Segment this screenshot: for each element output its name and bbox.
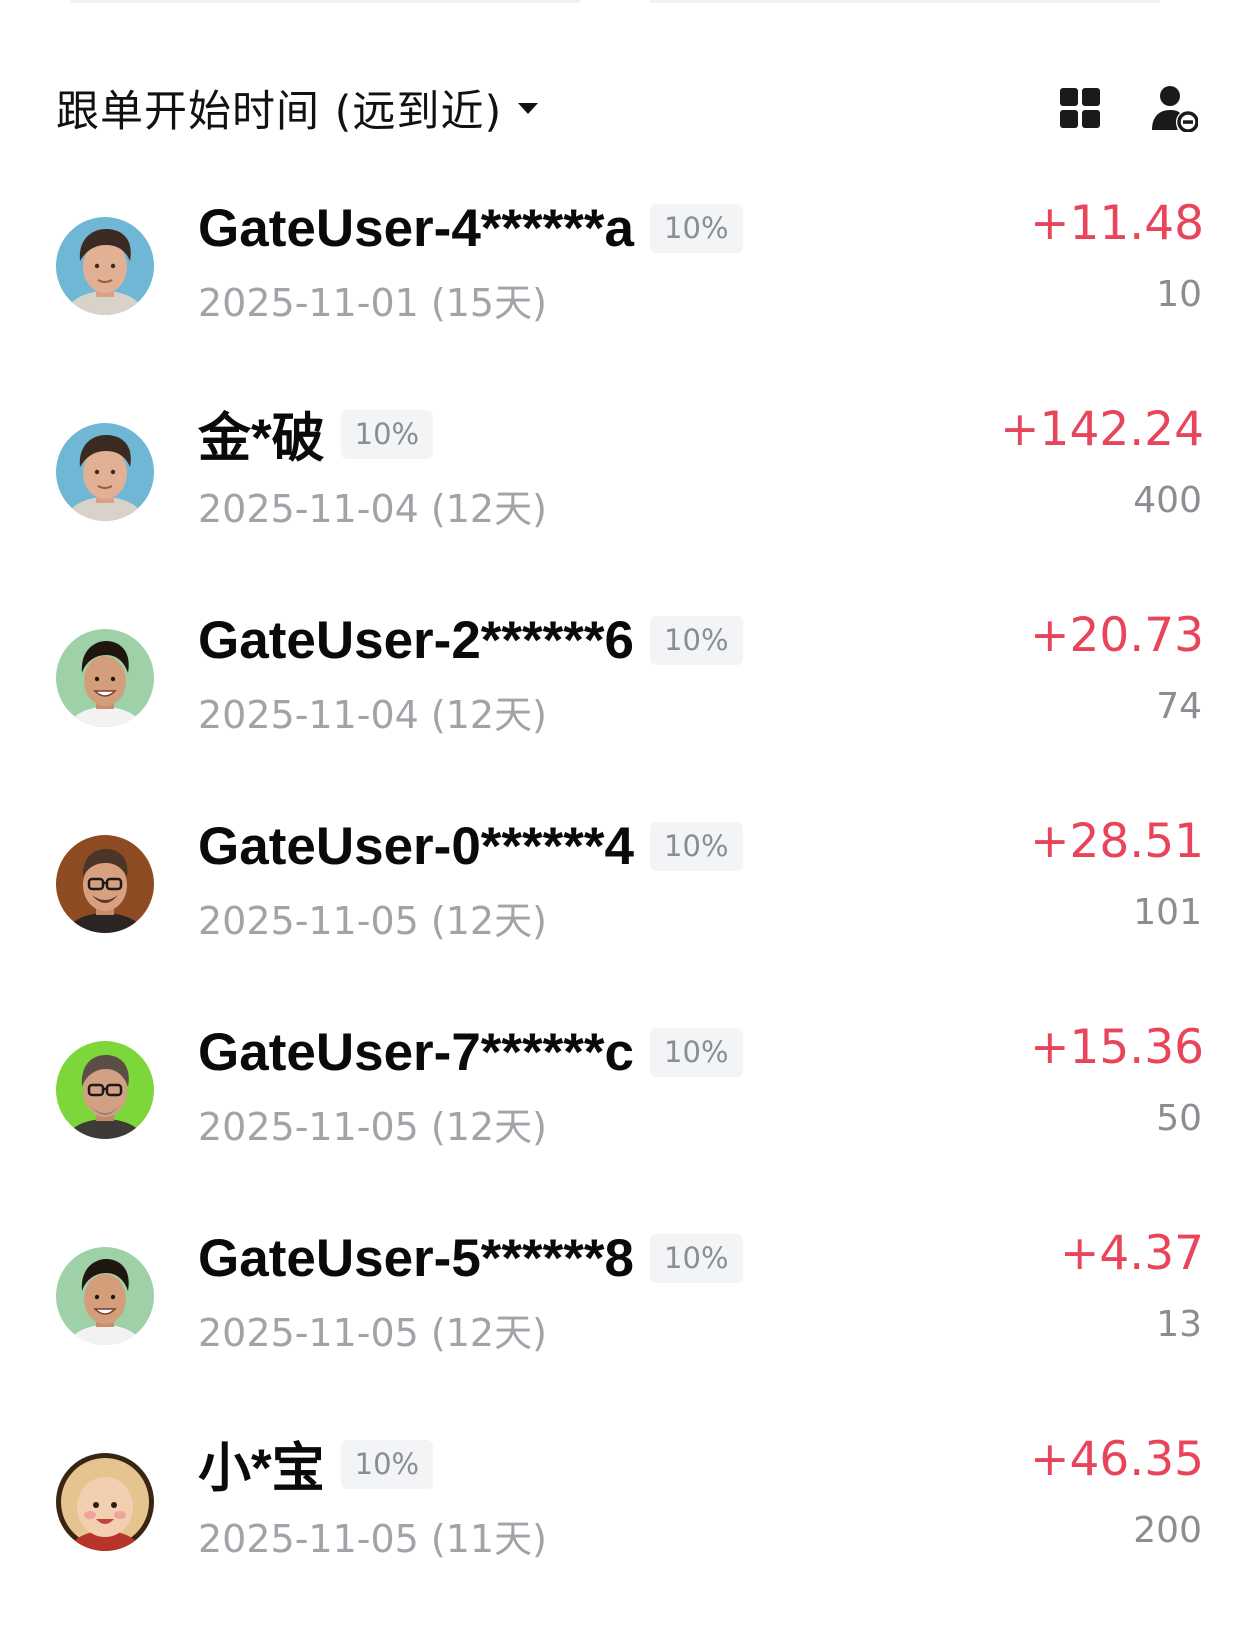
ratio-badge: 10% [650, 1233, 743, 1283]
amount-value: 101 [1133, 892, 1202, 933]
follower-name: GateUser-0******4 [198, 816, 635, 876]
follower-name: 金*破 [198, 409, 325, 468]
name-line: 金*破 10% [198, 402, 434, 468]
name-line: GateUser-5******8 10% [198, 1226, 743, 1290]
follower-name: GateUser-2******6 [198, 610, 635, 670]
list-header: 跟单开始时间 (远到近) [56, 78, 1204, 138]
avatar [56, 629, 154, 727]
follower-name: 小*宝 [198, 1439, 325, 1498]
avatar [56, 1247, 154, 1345]
amount-value: 50 [1156, 1098, 1202, 1139]
pnl-value: +142.24 [1000, 402, 1204, 457]
avatar [56, 1041, 154, 1139]
list-item[interactable]: 小*宝 10% 2025-11-05 (11天) +46.35 200 [0, 1428, 1260, 1588]
sort-label: 跟单开始时间 (远到近) [56, 87, 503, 137]
amount-value: 74 [1156, 686, 1202, 727]
list-item[interactable]: GateUser-2******6 10% 2025-11-04 (12天) +… [0, 604, 1260, 764]
ratio-badge: 10% [650, 615, 743, 665]
ratio-badge: 10% [650, 821, 743, 871]
name-line: GateUser-2******6 10% [198, 608, 743, 672]
amount-value: 200 [1133, 1510, 1202, 1551]
tab-indicator-right [650, 0, 1160, 3]
sort-dropdown[interactable]: 跟单开始时间 (远到近) [56, 77, 539, 139]
avatar [56, 217, 154, 315]
follower-name: GateUser-7******c [198, 1022, 635, 1082]
name-line: GateUser-0******4 10% [198, 814, 743, 878]
follow-date: 2025-11-05 (12天) [198, 899, 547, 943]
grid-view-icon[interactable] [1056, 84, 1104, 132]
ratio-badge: 10% [340, 1439, 434, 1489]
follow-date: 2025-11-04 (12天) [198, 487, 547, 531]
header-actions [1056, 84, 1198, 132]
pnl-value: +20.73 [1030, 608, 1204, 663]
list-item[interactable]: 金*破 10% 2025-11-04 (12天) +142.24 400 [0, 398, 1260, 558]
user-settings-icon[interactable] [1150, 84, 1198, 132]
list-item[interactable]: GateUser-0******4 10% 2025-11-05 (12天) +… [0, 810, 1260, 970]
caret-down-icon [518, 102, 539, 114]
pnl-value: +11.48 [1030, 196, 1204, 251]
follow-date: 2025-11-05 (11天) [198, 1517, 547, 1561]
avatar [56, 835, 154, 933]
pnl-value: +4.37 [1059, 1226, 1204, 1281]
avatar [56, 1453, 154, 1551]
name-line: GateUser-7******c 10% [198, 1020, 743, 1084]
pnl-value: +28.51 [1030, 814, 1204, 869]
amount-value: 400 [1133, 480, 1202, 521]
name-line: 小*宝 10% [198, 1432, 434, 1498]
ratio-badge: 10% [340, 409, 434, 459]
follower-name: GateUser-4******a [198, 198, 635, 258]
top-tab-indicators [70, 0, 1160, 6]
avatar [56, 423, 154, 521]
amount-value: 10 [1156, 274, 1202, 315]
follow-date: 2025-11-04 (12天) [198, 693, 547, 737]
pnl-value: +46.35 [1030, 1432, 1204, 1487]
ratio-badge: 10% [650, 203, 743, 253]
name-line: GateUser-4******a 10% [198, 196, 743, 260]
list-item[interactable]: GateUser-5******8 10% 2025-11-05 (12天) +… [0, 1222, 1260, 1382]
viewport-bottom-edge [0, 1602, 1260, 1644]
list-item[interactable]: GateUser-4******a 10% 2025-11-01 (15天) +… [0, 192, 1260, 352]
follower-name: GateUser-5******8 [198, 1228, 635, 1288]
follow-date: 2025-11-05 (12天) [198, 1311, 547, 1355]
list-item[interactable]: GateUser-7******c 10% 2025-11-05 (12天) +… [0, 1016, 1260, 1176]
tab-indicator-left [70, 0, 580, 3]
follow-date: 2025-11-01 (15天) [198, 281, 547, 325]
follow-date: 2025-11-05 (12天) [198, 1105, 547, 1149]
ratio-badge: 10% [650, 1027, 743, 1077]
amount-value: 13 [1156, 1304, 1202, 1345]
pnl-value: +15.36 [1030, 1020, 1204, 1075]
